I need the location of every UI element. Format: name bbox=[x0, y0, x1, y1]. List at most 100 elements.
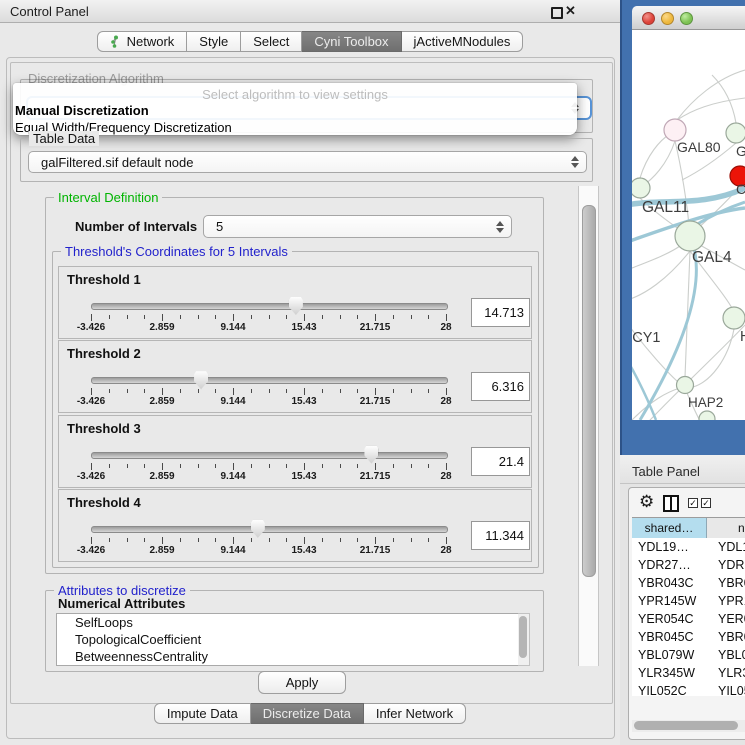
slider-scale-labels: -3.4262.8599.14415.4321.71528 bbox=[91, 396, 446, 407]
table-row[interactable]: YBL079WYBL079W bbox=[632, 646, 745, 664]
column-header-shared-name[interactable]: shared… bbox=[632, 518, 707, 538]
slider-track[interactable] bbox=[91, 377, 448, 384]
threshold-label: Threshold 1 bbox=[67, 272, 141, 287]
numerical-attributes-list[interactable]: SelfLoopsTopologicalCoefficientBetweenne… bbox=[56, 613, 519, 666]
cell-name[interactable]: YPR145W bbox=[712, 592, 745, 610]
attribute-list-item[interactable]: SelfLoops bbox=[57, 614, 518, 631]
tab-discretize-data[interactable]: Discretize Data bbox=[251, 703, 364, 724]
slider-thumb[interactable] bbox=[364, 446, 378, 464]
table-hscrollbar-thumb[interactable] bbox=[634, 721, 738, 730]
apply-button[interactable]: Apply bbox=[258, 671, 346, 694]
tab-label: jActiveMNodules bbox=[414, 32, 511, 51]
tab-style[interactable]: Style bbox=[187, 31, 241, 52]
table-row[interactable]: YDL19…YDL19… bbox=[632, 538, 745, 556]
threshold-label: Threshold 2 bbox=[67, 346, 141, 361]
tab-jactivemnodules[interactable]: jActiveMNodules bbox=[402, 31, 524, 52]
table-data-combobox[interactable]: galFiltered.sif default node bbox=[28, 151, 587, 173]
attributes-scrollbar-thumb[interactable] bbox=[519, 616, 527, 658]
slider-ticks bbox=[91, 463, 446, 471]
cell-name[interactable]: YBL079W bbox=[712, 646, 745, 664]
tab-infer-network[interactable]: Infer Network bbox=[364, 703, 466, 724]
node-gal80[interactable] bbox=[664, 119, 686, 141]
tab-impute-data[interactable]: Impute Data bbox=[154, 703, 251, 724]
tab-label: Cyni Toolbox bbox=[314, 32, 388, 51]
slider-thumb[interactable] bbox=[194, 371, 208, 389]
attribute-list-item[interactable]: TopologicalCoefficient bbox=[57, 631, 518, 648]
number-of-intervals-combobox[interactable]: 5 bbox=[203, 215, 512, 238]
gear-icon[interactable]: ⚙ bbox=[639, 492, 654, 512]
slider-thumb[interactable] bbox=[251, 520, 265, 538]
slider-ticks bbox=[91, 314, 446, 322]
threshold-slider[interactable]: -3.4262.8599.14415.4321.71528 bbox=[91, 297, 446, 333]
zoom-traffic-light[interactable] bbox=[680, 12, 693, 25]
slider-track[interactable] bbox=[91, 303, 448, 310]
attribute-list-item[interactable]: BetweennessCentrality bbox=[57, 648, 518, 665]
threshold-slider[interactable]: -3.4262.8599.14415.4321.71528 bbox=[91, 446, 446, 482]
node-clipped-top-right[interactable] bbox=[726, 123, 745, 143]
table-row[interactable]: YIL052CYIL052C bbox=[632, 682, 745, 696]
table-row[interactable]: YBR043CYBR043C bbox=[632, 574, 745, 592]
cell-shared-name[interactable]: YBL079W bbox=[632, 646, 712, 664]
cell-shared-name[interactable]: YLR345W bbox=[632, 664, 712, 682]
node-hap2[interactable] bbox=[677, 377, 694, 394]
close-traffic-light[interactable] bbox=[642, 12, 655, 25]
cell-shared-name[interactable]: YDL19… bbox=[632, 538, 712, 556]
cell-name[interactable]: YIL052C bbox=[712, 682, 745, 696]
checkbox-icon[interactable]: ✓ bbox=[688, 498, 698, 508]
table-row[interactable]: YER054CYER054C bbox=[632, 610, 745, 628]
panel-scrollbar[interactable] bbox=[578, 186, 599, 666]
checkbox-icon[interactable]: ✓ bbox=[701, 498, 711, 508]
table-row[interactable]: YBR045CYBR045C bbox=[632, 628, 745, 646]
node-clipped-low-right[interactable] bbox=[723, 307, 745, 329]
split-column-icon[interactable] bbox=[663, 495, 679, 512]
threshold-slider[interactable]: -3.4262.8599.14415.4321.71528 bbox=[91, 520, 446, 556]
cell-name[interactable]: YBR043C bbox=[712, 574, 745, 592]
attributes-list-scrollbar[interactable] bbox=[518, 613, 530, 666]
table-row[interactable]: YLR345WYLR345W bbox=[632, 664, 745, 682]
threshold-slider[interactable]: -3.4262.8599.14415.4321.71528 bbox=[91, 371, 446, 407]
tab-label: Infer Network bbox=[376, 704, 453, 723]
cell-shared-name[interactable]: YER054C bbox=[632, 610, 712, 628]
cell-name[interactable]: YER054C bbox=[712, 610, 745, 628]
panel-scrollbar-thumb[interactable] bbox=[582, 205, 596, 577]
label-gcy1: GCY1 bbox=[632, 330, 661, 346]
threshold-value-field[interactable]: 14.713 bbox=[471, 298, 530, 327]
cell-name[interactable]: YLR345W bbox=[712, 664, 745, 682]
table-hscrollbar[interactable] bbox=[632, 720, 745, 732]
network-window-titlebar[interactable] bbox=[632, 6, 745, 30]
node-bottom-partial[interactable] bbox=[699, 411, 715, 420]
slider-thumb[interactable] bbox=[289, 297, 303, 315]
threshold-value-field[interactable]: 6.316 bbox=[471, 372, 530, 401]
slider-track[interactable] bbox=[91, 452, 448, 459]
float-window-icon[interactable] bbox=[551, 7, 563, 19]
cell-shared-name[interactable]: YIL052C bbox=[632, 682, 712, 696]
cell-shared-name[interactable]: YDR27… bbox=[632, 556, 712, 574]
label-clipped-low-right: H bbox=[740, 329, 745, 345]
minimize-traffic-light[interactable] bbox=[661, 12, 674, 25]
tab-select[interactable]: Select bbox=[241, 31, 302, 52]
table-panel-body: ⚙ ✓ ✓ shared… name YDL19…YDL19…YDR27…YDR… bbox=[628, 487, 745, 740]
threshold-value-field[interactable]: 11.344 bbox=[471, 521, 530, 550]
tab-cyni-toolbox[interactable]: Cyni Toolbox bbox=[302, 31, 401, 52]
tab-network[interactable]: Network bbox=[97, 31, 188, 52]
slider-track[interactable] bbox=[91, 526, 448, 533]
cell-name[interactable]: YDL19… bbox=[712, 538, 745, 556]
network-canvas[interactable]: GAL80 GA C GAL11 GAL4 GCY1 H HAP2 bbox=[632, 30, 745, 420]
cell-shared-name[interactable]: YPR145W bbox=[632, 592, 712, 610]
network-icon bbox=[110, 35, 122, 48]
cell-name[interactable]: YDR27… bbox=[712, 556, 745, 574]
node-gal11[interactable] bbox=[632, 178, 650, 198]
threshold-panel: Threshold 2 -3.4262.8599.14415.4321.71528… bbox=[58, 340, 532, 413]
table-row[interactable]: YDR27…YDR27… bbox=[632, 556, 745, 574]
column-header-name[interactable]: name bbox=[707, 518, 745, 538]
threshold-value-field[interactable]: 21.4 bbox=[471, 447, 530, 476]
node-gal4[interactable] bbox=[675, 221, 705, 251]
table-row[interactable]: YPR145WYPR145W bbox=[632, 592, 745, 610]
table-data-title: Table Data bbox=[29, 131, 99, 146]
threshold-label: Threshold 3 bbox=[67, 421, 141, 436]
cell-shared-name[interactable]: YBR045C bbox=[632, 628, 712, 646]
cell-shared-name[interactable]: YBR043C bbox=[632, 574, 712, 592]
algorithm-option[interactable]: Manual Discretization bbox=[13, 102, 577, 119]
close-icon[interactable]: ✕ bbox=[565, 3, 576, 19]
cell-name[interactable]: YBR045C bbox=[712, 628, 745, 646]
